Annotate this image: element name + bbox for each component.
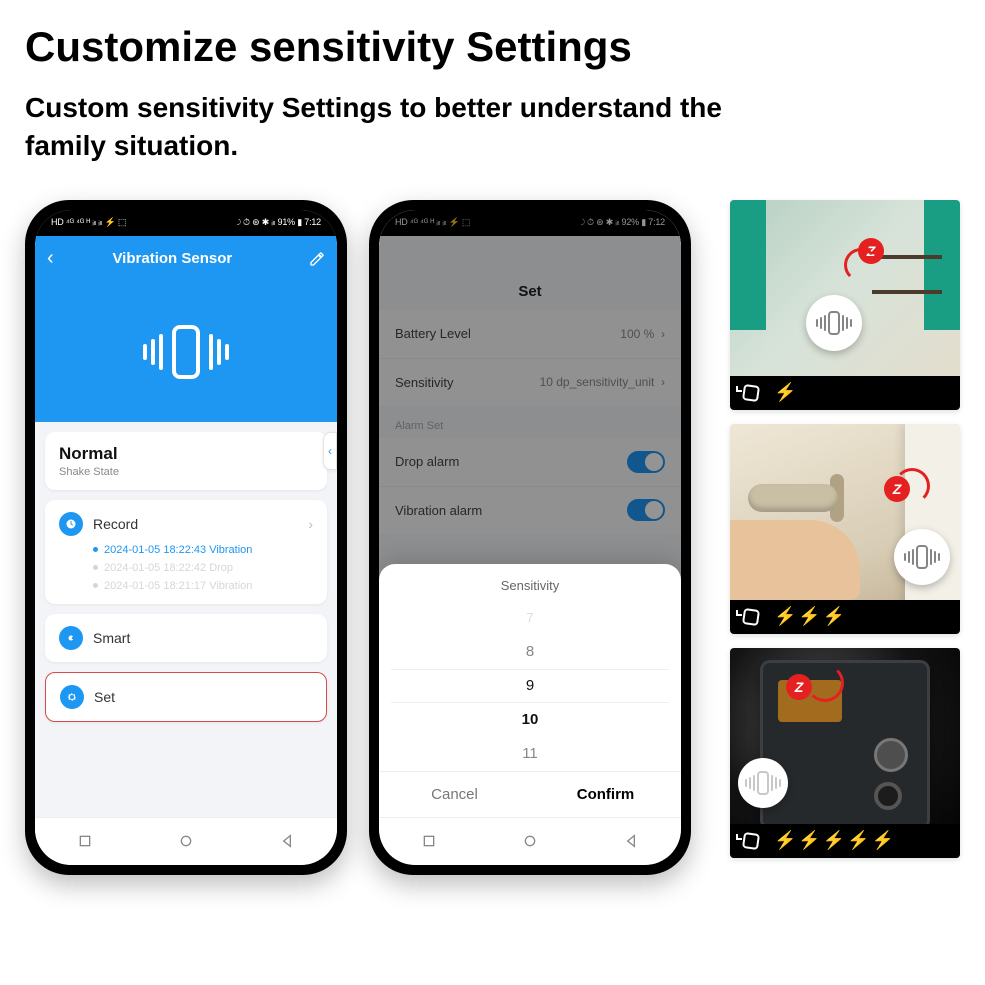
edit-icon[interactable] bbox=[309, 251, 325, 267]
smart-icon bbox=[59, 626, 83, 650]
page-subheading: Custom sensitivity Settings to better un… bbox=[25, 89, 725, 165]
bolt-icon: ⚡ bbox=[798, 830, 820, 851]
intensity-strip: ⚡ ⚡ ⚡ bbox=[730, 600, 960, 634]
page-heading: Customize sensitivity Settings bbox=[25, 15, 960, 89]
vibration-icon bbox=[740, 382, 762, 404]
phone-notch bbox=[134, 213, 239, 231]
intensity-strip: ⚡ ⚡ ⚡ ⚡ ⚡ bbox=[730, 824, 960, 858]
sensor-device-icon bbox=[894, 529, 950, 585]
sensor-device-icon bbox=[806, 295, 862, 351]
wave-icon bbox=[820, 270, 840, 290]
picker-option[interactable]: 8 bbox=[526, 635, 534, 669]
wave-icon bbox=[844, 248, 878, 282]
picker-option[interactable]: 10 bbox=[522, 703, 539, 737]
side-pull-tab[interactable]: ‹ bbox=[323, 432, 337, 470]
bolt-icon: ⚡ bbox=[823, 830, 845, 851]
picker-option[interactable]: 11 bbox=[522, 737, 538, 771]
bolt-icon: ⚡ bbox=[798, 606, 820, 627]
record-row: 2024-01-05 18:22:42 Drop bbox=[93, 562, 313, 574]
record-label: Record bbox=[93, 516, 138, 532]
app-header: ‹ Vibration Sensor bbox=[35, 236, 337, 282]
confirm-button[interactable]: Confirm bbox=[530, 772, 681, 817]
set-label: Set bbox=[94, 689, 115, 705]
wave-icon bbox=[894, 468, 930, 504]
bolt-icon: ⚡ bbox=[847, 830, 869, 851]
sensitivity-sheet: Sensitivity 7 8 9 10 11 12 13 bbox=[379, 564, 681, 817]
android-nav bbox=[379, 817, 681, 865]
bolt-rating: ⚡ bbox=[774, 382, 796, 403]
wave-icon bbox=[806, 664, 844, 702]
scene-door-handle: Z ⚡ ⚡ ⚡ bbox=[730, 424, 960, 634]
phone-2: HD ⁴ᴳ ⁴ᴳ ᴴ ᵢₗₗ ᵢₗₗ ⚡ ⬚ ⎋ ⏱ ⊛ ✱ ᵢₗₗ 92% ▮… bbox=[369, 200, 691, 875]
card-stack: Normal Shake State Record › 2024-01-05 1… bbox=[35, 422, 337, 817]
state-subtitle: Shake State bbox=[59, 466, 313, 478]
header-title: Vibration Sensor bbox=[36, 250, 309, 267]
chevron-right-icon: › bbox=[308, 516, 313, 532]
scene-safe: Z ⚡ ⚡ ⚡ ⚡ ⚡ bbox=[730, 648, 960, 858]
nav-home-icon[interactable] bbox=[522, 833, 538, 849]
record-list: 2024-01-05 18:22:43 Vibration 2024-01-05… bbox=[93, 544, 313, 592]
bolt-icon: ⚡ bbox=[823, 606, 845, 627]
sensor-device-icon bbox=[738, 758, 788, 808]
phone1-screen: HD ⁴ᴳ ⁴ᴳ ᴴ ᵢₗₗ ᵢₗₗ ⚡ ⬚ ⎋ ⏱ ⊛ ✱ ᵢₗₗ 91% ▮… bbox=[35, 210, 337, 865]
bolt-icon: ⚡ bbox=[872, 830, 894, 851]
status-left: HD ⁴ᴳ ⁴ᴳ ᴴ ᵢₗₗ ᵢₗₗ ⚡ ⬚ bbox=[51, 217, 126, 228]
vibration-icon bbox=[740, 606, 762, 628]
scene-curtain: Z ⚡ bbox=[730, 200, 960, 410]
sheet-title: Sensitivity bbox=[379, 564, 681, 601]
wave-icon bbox=[858, 496, 882, 520]
sensor-glyph-icon bbox=[143, 325, 229, 379]
nav-recent-icon[interactable] bbox=[77, 833, 93, 849]
state-card[interactable]: Normal Shake State bbox=[45, 432, 327, 490]
nav-back-icon[interactable] bbox=[279, 833, 295, 849]
bolt-icon: ⚡ bbox=[774, 382, 796, 403]
bolt-icon: ⚡ bbox=[774, 606, 796, 627]
phone2-screen: HD ⁴ᴳ ⁴ᴳ ᴴ ᵢₗₗ ᵢₗₗ ⚡ ⬚ ⎋ ⏱ ⊛ ✱ ᵢₗₗ 92% ▮… bbox=[379, 210, 681, 865]
nav-home-icon[interactable] bbox=[178, 833, 194, 849]
vibration-icon bbox=[740, 830, 762, 852]
stage: HD ⁴ᴳ ⁴ᴳ ᴴ ᵢₗₗ ᵢₗₗ ⚡ ⬚ ⎋ ⏱ ⊛ ✱ ᵢₗₗ 91% ▮… bbox=[25, 200, 960, 875]
bolt-icon: ⚡ bbox=[774, 830, 796, 851]
phone-notch bbox=[478, 213, 583, 231]
nav-back-icon[interactable] bbox=[623, 833, 639, 849]
bolt-rating: ⚡ ⚡ ⚡ bbox=[774, 606, 845, 627]
state-title: Normal bbox=[59, 444, 313, 464]
wave-icon bbox=[764, 696, 788, 720]
record-row: 2024-01-05 18:22:43 Vibration bbox=[93, 544, 313, 556]
intensity-strip: ⚡ bbox=[730, 376, 960, 410]
record-card[interactable]: Record › 2024-01-05 18:22:43 Vibration 2… bbox=[45, 500, 327, 604]
gear-icon bbox=[60, 685, 84, 709]
status-right: ⎋ ⏱ ⊛ ✱ ᵢₗₗ 91% ▮ 7:12 bbox=[234, 217, 321, 228]
clock-icon bbox=[59, 512, 83, 536]
nav-recent-icon[interactable] bbox=[421, 833, 437, 849]
record-row: 2024-01-05 18:21:17 Vibration bbox=[93, 580, 313, 592]
android-nav bbox=[35, 817, 337, 865]
set-card[interactable]: Set bbox=[45, 672, 327, 722]
smart-card[interactable]: Smart bbox=[45, 614, 327, 662]
phone2-root: HD ⁴ᴳ ⁴ᴳ ᴴ ᵢₗₗ ᵢₗₗ ⚡ ⬚ ⎋ ⏱ ⊛ ✱ ᵢₗₗ 92% ▮… bbox=[379, 210, 681, 865]
picker-option[interactable]: 7 bbox=[526, 601, 533, 635]
phone-1: HD ⁴ᴳ ⁴ᴳ ᴴ ᵢₗₗ ᵢₗₗ ⚡ ⬚ ⎋ ⏱ ⊛ ✱ ᵢₗₗ 91% ▮… bbox=[25, 200, 347, 875]
scene-stack: Z ⚡ Z ⚡ bbox=[730, 200, 960, 858]
hero-sensor bbox=[35, 282, 337, 422]
sensitivity-picker[interactable]: 7 8 9 10 11 12 13 bbox=[379, 601, 681, 771]
bolt-rating: ⚡ ⚡ ⚡ ⚡ ⚡ bbox=[774, 830, 894, 851]
smart-label: Smart bbox=[93, 630, 130, 646]
cancel-button[interactable]: Cancel bbox=[379, 772, 530, 817]
